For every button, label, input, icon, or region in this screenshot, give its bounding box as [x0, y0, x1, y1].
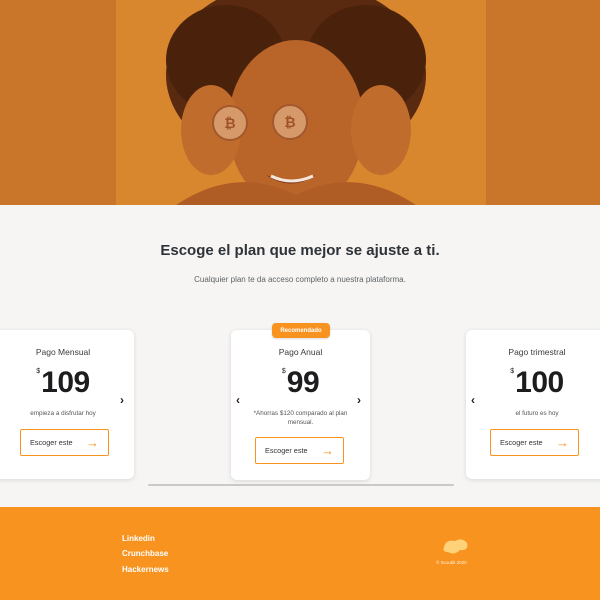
carousel-scrollbar[interactable]: [148, 484, 454, 486]
arrow-right-icon: →: [556, 435, 569, 450]
choose-plan-button[interactable]: Escoger este →: [490, 429, 579, 456]
choose-plan-button[interactable]: Escoger este →: [255, 437, 344, 464]
hero-banner: ₿ ₿: [0, 0, 600, 205]
footer-link-linkedin[interactable]: Linkedin: [122, 534, 155, 543]
currency-symbol: $: [36, 368, 41, 375]
copyright-text: © Scoutlit 2020: [436, 560, 467, 565]
plan-note: *Ahorras $120 comparado al plan mensual.: [253, 410, 348, 426]
price-amount: 109: [41, 366, 90, 399]
plan-name: Pago Anual: [278, 347, 323, 357]
arrow-right-icon: →: [321, 443, 334, 458]
footer: [0, 507, 600, 600]
plans-title: Escoge el plan que mejor se ajuste a ti.: [160, 242, 440, 259]
plans-subtitle: Cualquier plan te da acceso completo a n…: [194, 275, 406, 284]
plan-note: empieza a disfrutar hoy: [30, 410, 96, 417]
chevron-right-icon[interactable]: ›: [357, 394, 361, 406]
button-label: Escoger este: [30, 438, 73, 447]
button-label: Escoger este: [265, 446, 308, 455]
plan-note: el futuro es hoy: [515, 410, 559, 417]
hero-illustration: ₿ ₿: [166, 0, 426, 205]
choose-plan-button[interactable]: Escoger este →: [20, 429, 109, 456]
footer-link-hackernews[interactable]: Hackernews: [122, 565, 169, 574]
chevron-right-icon[interactable]: ›: [120, 394, 124, 406]
currency-symbol: $: [510, 368, 515, 375]
brand-logo-icon: [443, 539, 468, 554]
plan-price: $109: [0, 366, 134, 400]
plan-name: Pago Mensual: [35, 347, 91, 357]
plan-price: $100: [466, 366, 600, 400]
recommended-badge: Recomendado: [272, 323, 330, 338]
plan-name: Pago trimestral: [508, 347, 566, 357]
arrow-right-icon: →: [86, 435, 99, 450]
footer-link-crunchbase[interactable]: Crunchbase: [122, 549, 168, 558]
svg-text:₿: ₿: [284, 115, 295, 131]
currency-symbol: $: [281, 368, 286, 375]
plan-card-anual[interactable]: Pago Anual $99 *Ahorras $120 comparado a…: [231, 330, 370, 480]
plan-card-trimestral[interactable]: Pago trimestral $100 el futuro es hoy Es…: [466, 330, 600, 479]
chevron-left-icon[interactable]: ‹: [471, 394, 475, 406]
plan-card-mensual[interactable]: Pago Mensual $109 empieza a disfrutar ho…: [0, 330, 134, 479]
price-amount: 99: [286, 366, 320, 399]
svg-text:₿: ₿: [224, 116, 235, 132]
price-amount: 100: [515, 366, 564, 399]
chevron-left-icon[interactable]: ‹: [236, 394, 240, 406]
plan-price: $99: [231, 366, 370, 400]
button-label: Escoger este: [500, 438, 543, 447]
